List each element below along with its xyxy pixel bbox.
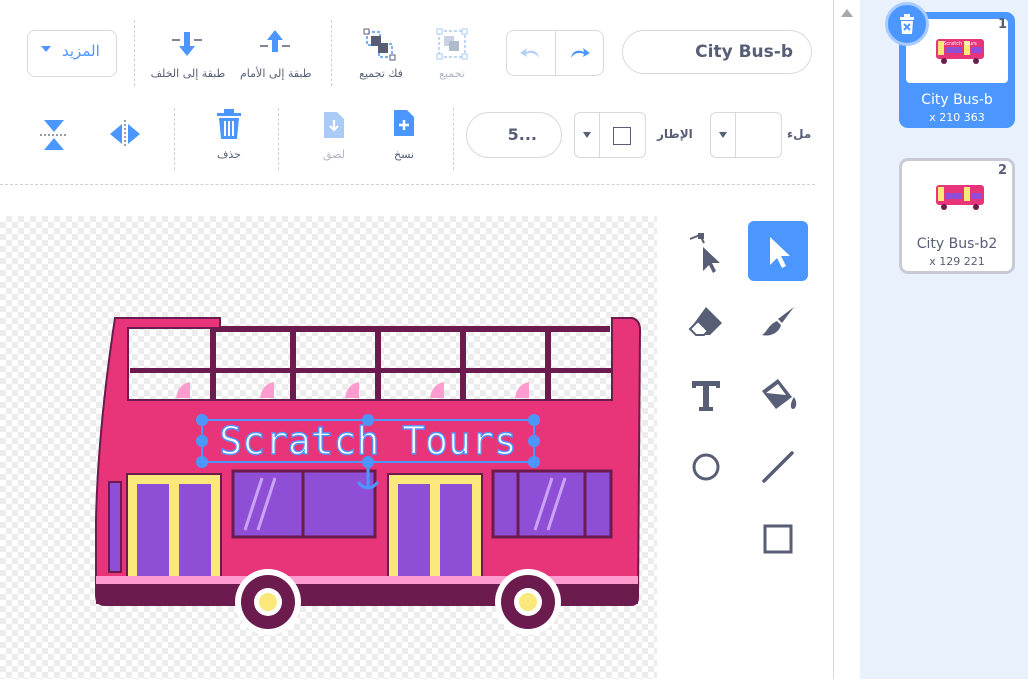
outline-color-select[interactable] [574,112,646,158]
delete-costume-button[interactable] [885,2,929,46]
chevron-down-icon [719,132,727,138]
backward-label: طبقة إلى الخلف [150,67,226,80]
reshape-tool[interactable] [676,221,736,281]
scrollbar[interactable] [833,0,861,679]
costume-thumbnail [906,165,1008,229]
fill-tool[interactable] [748,365,808,425]
svg-text:Scratch Tours: Scratch Tours [943,41,977,47]
costume-name-input[interactable]: City Bus-b [622,30,812,74]
circle-icon [692,453,720,481]
more-label: المزيد [62,42,100,60]
select-tool[interactable] [748,221,808,281]
costume-number: 2 [997,163,1007,178]
text-icon [692,381,720,411]
bus-text[interactable]: Scratch Tours [219,418,518,463]
flip-horizontal-icon[interactable] [108,120,142,148]
fill-icon [762,379,797,409]
scroll-up-icon[interactable] [841,9,853,17]
reshape-icon [689,233,720,273]
divider [134,20,135,86]
eraser-icon [688,307,722,336]
bus-drawing[interactable]: Scratch Tours [0,216,657,679]
rectangle-tool[interactable] [748,509,808,569]
brush-icon [762,307,794,336]
copy-label: نسخ [394,148,414,161]
divider [453,108,454,170]
line-tool[interactable] [748,437,808,497]
costume-item-2[interactable]: 2 City Bus-b2 x 129 221 [899,158,1015,274]
outline-width-input[interactable]: 5... [466,112,562,158]
paint-canvas[interactable]: Scratch Tours [0,216,657,679]
costume-size: x 210 363 [929,111,985,124]
chevron-down-icon [583,132,591,138]
more-dropdown[interactable]: المزيد [27,30,117,77]
group-label: تجميع [439,67,465,80]
outline-swatch [613,127,631,145]
flip-vertical-icon[interactable] [40,118,68,152]
copy-icon[interactable] [390,108,418,140]
divider [331,20,332,86]
fill-color-select[interactable] [710,112,782,158]
divider [174,108,175,170]
select-icon [770,237,790,268]
costume-size: x 129 221 [929,255,985,268]
chevron-down-icon [41,46,51,52]
brush-tool[interactable] [748,293,808,353]
ungroup-icon[interactable] [363,28,397,62]
rectangle-icon [763,524,793,554]
undo-icon[interactable] [519,43,543,63]
group-icon[interactable] [436,28,468,60]
forward-label: طبقة إلى الأمام [240,67,312,80]
delete-label: حذف [217,148,241,161]
paste-icon[interactable] [320,108,348,140]
costume-number: 1 [997,17,1007,32]
text-tool[interactable] [676,365,736,425]
eraser-tool[interactable] [676,293,736,353]
fill-label: ملء [787,127,812,141]
divider [278,108,279,170]
toolbar-divider [0,184,815,185]
outline-label: الإطار [657,127,693,141]
trash-icon[interactable] [214,108,244,142]
paste-label: لصق [322,148,346,161]
undo-redo-group [506,30,604,76]
redo-icon[interactable] [567,43,591,63]
circle-tool[interactable] [676,437,736,497]
trash-icon [900,14,914,34]
costume-name: City Bus-b [921,92,993,108]
backward-icon[interactable] [170,28,204,58]
forward-icon[interactable] [258,28,292,58]
line-icon [762,451,794,483]
costume-name: City Bus-b2 [916,236,998,252]
ungroup-label: فك تجميع [359,67,403,80]
